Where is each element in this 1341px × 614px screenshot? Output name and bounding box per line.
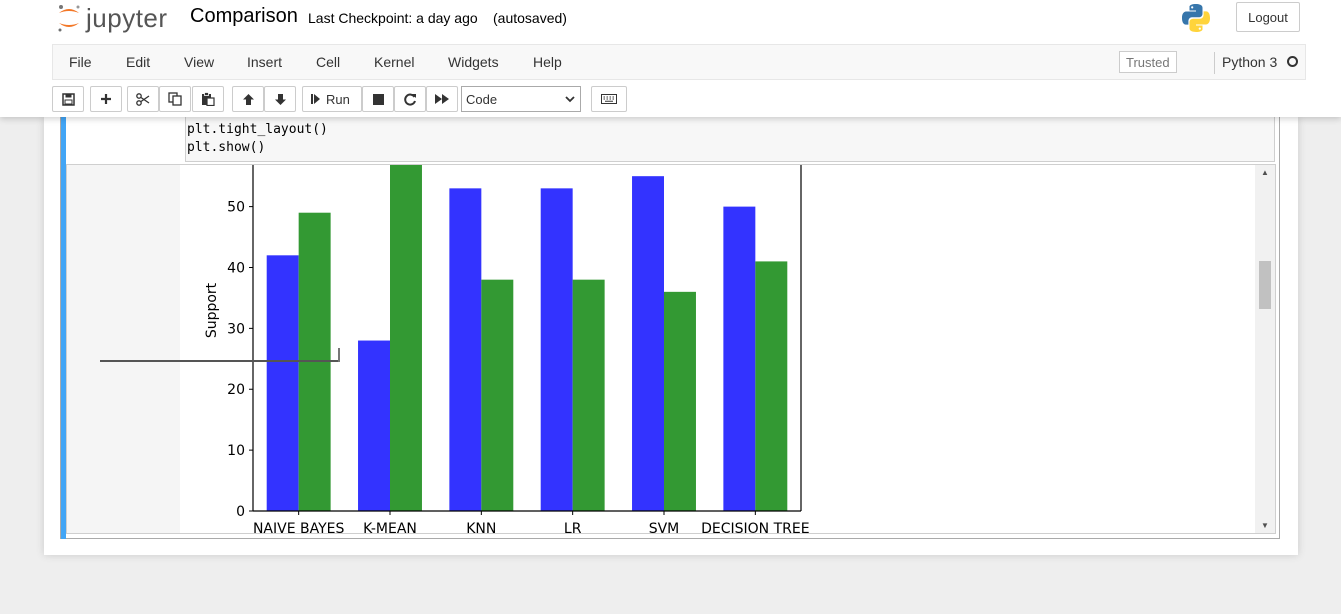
output-scrollbar[interactable]: ▲ ▼ bbox=[1255, 165, 1275, 533]
menu-insert[interactable]: Insert bbox=[247, 54, 282, 70]
menu-kernel[interactable]: Kernel bbox=[374, 54, 414, 70]
move-down-button[interactable] bbox=[264, 86, 296, 112]
bar-series1-1 bbox=[358, 340, 390, 511]
drag-line-tick-artifact bbox=[338, 348, 340, 362]
bar-series1-5 bbox=[723, 206, 756, 511]
y-tick-label: 10 bbox=[227, 443, 245, 459]
x-tick-label: K-MEAN bbox=[363, 521, 417, 534]
save-icon bbox=[61, 92, 75, 106]
bar-series1-4 bbox=[632, 176, 664, 511]
notebook-title[interactable]: Comparison bbox=[190, 5, 298, 28]
logout-button[interactable]: Logout bbox=[1236, 2, 1300, 32]
code-line: plt.tight_layout() bbox=[187, 122, 328, 137]
y-tick-label: 0 bbox=[236, 504, 245, 520]
y-axis-label: Support bbox=[204, 282, 220, 338]
cut-icon bbox=[136, 92, 150, 106]
drag-line-artifact bbox=[100, 360, 340, 362]
cell-input-area[interactable]: plt.tight_layout() plt.show() bbox=[185, 117, 1275, 162]
x-tick-label: LR bbox=[564, 521, 582, 534]
bar-series2-2 bbox=[481, 279, 514, 511]
stop-icon bbox=[372, 93, 384, 105]
save-button[interactable] bbox=[52, 86, 84, 112]
restart-icon bbox=[403, 93, 416, 105]
kernel-name[interactable]: Python 3 bbox=[1222, 54, 1277, 70]
chevron-down-icon bbox=[565, 96, 575, 103]
menu-edit[interactable]: Edit bbox=[126, 54, 150, 70]
keyboard-icon bbox=[601, 94, 617, 104]
copy-button[interactable] bbox=[159, 86, 191, 112]
paste-button[interactable] bbox=[192, 86, 224, 112]
fast-forward-icon bbox=[435, 94, 449, 104]
autosave-status: (autosaved) bbox=[493, 10, 567, 26]
code-line: plt.show() bbox=[187, 140, 266, 155]
notebook-header: jupyter Comparison Last Checkpoint: a da… bbox=[0, 0, 1341, 117]
bar-chart: NAIVE BAYES K-MEAN KNN LR SVM DECISION TREE 0 1… bbox=[192, 165, 830, 534]
code-cell[interactable]: plt.tight_layout() plt.show() NAIVE BAYE… bbox=[60, 117, 1280, 539]
insert-cell-button[interactable] bbox=[90, 86, 122, 112]
scrollbar-thumb[interactable] bbox=[1259, 261, 1271, 309]
menu-widgets[interactable]: Widgets bbox=[448, 54, 499, 70]
x-tick-label: NAIVE BAYES bbox=[253, 521, 345, 534]
restart-run-all-button[interactable] bbox=[426, 86, 458, 112]
paste-icon bbox=[202, 92, 215, 106]
bar-series2-4 bbox=[664, 291, 696, 511]
plus-icon bbox=[101, 94, 111, 104]
output-prompt bbox=[67, 165, 181, 533]
interrupt-button[interactable] bbox=[362, 86, 394, 112]
arrow-up-icon bbox=[242, 93, 254, 105]
bar-series2-3 bbox=[572, 279, 605, 511]
x-tick-label: SVM bbox=[649, 521, 680, 534]
kernel-idle-indicator bbox=[1287, 56, 1298, 67]
x-tick-label: KNN bbox=[466, 521, 496, 534]
y-tick-label: 20 bbox=[227, 382, 245, 398]
x-tick-label: DECISION TREE bbox=[701, 521, 809, 534]
bar-series1-2 bbox=[449, 188, 482, 511]
bar-series2-5 bbox=[755, 261, 788, 511]
menu-cell[interactable]: Cell bbox=[316, 54, 340, 70]
move-up-button[interactable] bbox=[232, 86, 264, 112]
python-logo-icon bbox=[1182, 4, 1210, 32]
notebook-container: plt.tight_layout() plt.show() NAIVE BAYE… bbox=[44, 117, 1298, 555]
jupyter-logo-text: jupyter bbox=[86, 2, 168, 33]
y-tick-label: 50 bbox=[227, 200, 245, 216]
kernel-separator bbox=[1214, 52, 1215, 74]
scroll-down-arrow-icon[interactable]: ▼ bbox=[1261, 521, 1269, 530]
cell-type-value: Code bbox=[466, 91, 498, 107]
bar-series1-3 bbox=[540, 188, 573, 511]
run-button[interactable]: Run bbox=[302, 86, 362, 112]
cell-output-area[interactable]: NAIVE BAYES K-MEAN KNN LR SVM DECISION TREE 0 1… bbox=[66, 164, 1276, 534]
bar-series2-1 bbox=[390, 165, 422, 511]
trusted-badge[interactable]: Trusted bbox=[1119, 51, 1177, 73]
menu-help[interactable]: Help bbox=[533, 54, 562, 70]
arrow-down-icon bbox=[274, 93, 286, 105]
y-tick-label: 40 bbox=[227, 260, 245, 276]
command-palette-button[interactable] bbox=[591, 86, 627, 112]
copy-icon bbox=[168, 92, 182, 106]
restart-button[interactable] bbox=[394, 86, 426, 112]
cell-type-select[interactable]: Code bbox=[461, 86, 581, 112]
y-tick-label: 30 bbox=[227, 321, 245, 337]
menu-file[interactable]: File bbox=[69, 54, 92, 70]
jupyter-logo[interactable]: jupyter bbox=[56, 2, 168, 34]
menubar: File Edit View Insert Cell Kernel Widget… bbox=[52, 44, 1306, 80]
run-label: Run bbox=[326, 91, 350, 107]
bar-series1-0 bbox=[266, 255, 299, 511]
menu-view[interactable]: View bbox=[184, 54, 214, 70]
cut-button[interactable] bbox=[127, 86, 159, 112]
checkpoint-status: Last Checkpoint: a day ago bbox=[308, 10, 478, 26]
scroll-up-arrow-icon[interactable]: ▲ bbox=[1261, 168, 1269, 177]
run-icon bbox=[311, 94, 320, 104]
jupyter-logo-icon bbox=[58, 5, 80, 32]
